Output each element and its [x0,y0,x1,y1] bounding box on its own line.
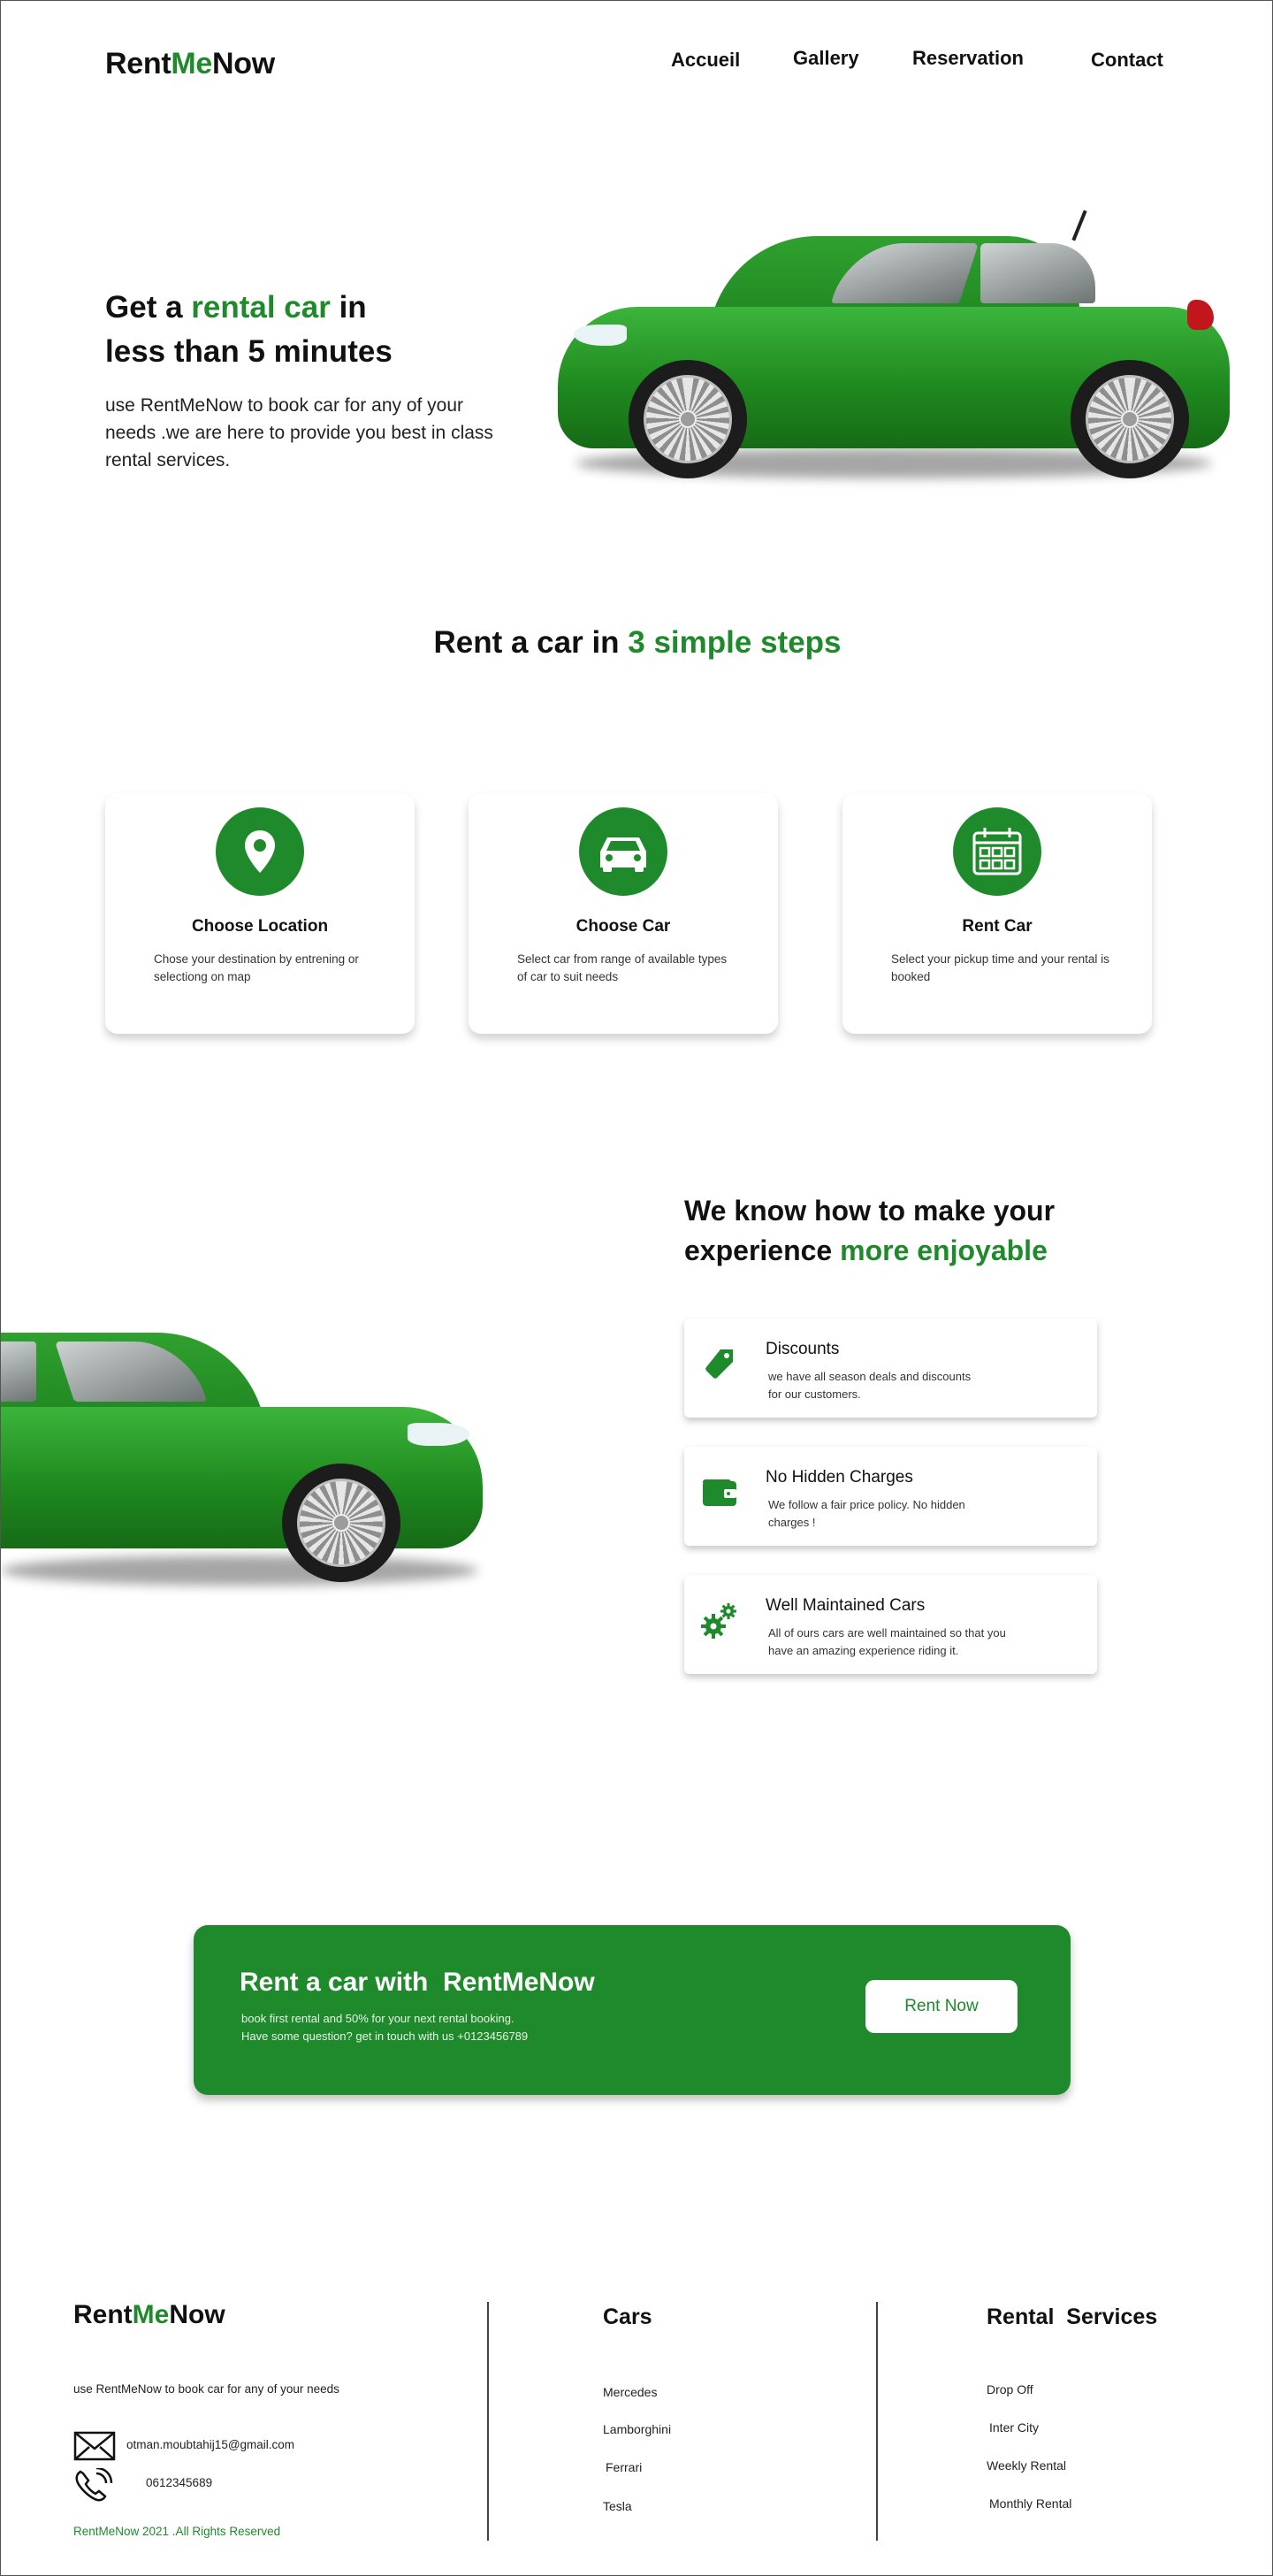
step-card-choose-car[interactable]: Choose Car Select car from range of avai… [469,793,778,1034]
footer-cars-title: Cars [603,2305,652,2329]
hero-title-line2: less than 5 minutes [105,334,393,369]
footer-divider [487,2302,489,2541]
feature-card-discounts: Discounts we have all season deals and d… [684,1319,1097,1418]
footer-tagline: use RentMeNow to book car for any of you… [73,2382,339,2396]
footer-service-link-drop-off[interactable]: Drop Off [987,2382,1033,2396]
footer-service-link-monthly-rental[interactable]: Monthly Rental [989,2496,1071,2511]
footer-service-link-weekly-rental[interactable]: Weekly Rental [987,2458,1066,2473]
steps-title: Rent a car in 3 simple steps [1,625,1273,661]
footer-logo-part-rent: Rent [73,2300,133,2329]
step-card-choose-location[interactable]: Choose Location Chose your destination b… [105,793,415,1034]
mail-icon [73,2431,116,2465]
feature-title: No Hidden Charges [766,1468,913,1487]
car-icon [579,807,667,896]
gears-icon [700,1601,739,1640]
hero-title-part1: Get a [105,290,192,325]
feature-description: We follow a fair price policy. No hidden… [768,1498,965,1529]
logo-part-now: Now [212,47,275,80]
logo[interactable]: RentMeNow [105,47,275,81]
features-title-highlight: more enjoyable [840,1234,1048,1266]
hero-description: use RentMeNow to book car for any of you… [105,395,493,470]
step-card-rent-car[interactable]: Rent Car Select your pickup time and you… [842,793,1152,1034]
cta-line1: book first rental and 50% for your next … [241,2012,515,2025]
feature-card-well-maintained-cars: Well Maintained Cars All of ours cars ar… [684,1575,1097,1674]
features-title-part2: experience [684,1234,841,1266]
features-title-line1: We know how to make your [684,1195,1056,1227]
hero-title: Get a rental car in less than 5 minutes [105,286,547,374]
feature-title: Well Maintained Cars [766,1596,926,1615]
footer-phone[interactable]: 0612345689 [146,2476,212,2489]
wallet-icon [700,1473,739,1512]
steps-title-highlight: 3 simple steps [628,625,842,660]
footer-services-title: Rental Services [987,2305,1158,2329]
steps-title-part1: Rent a car in [433,625,629,660]
footer-logo-part-now: Now [169,2300,225,2329]
footer-car-link-ferrari[interactable]: Ferrari [606,2460,642,2474]
rent-now-button[interactable]: Rent Now [865,1980,1018,2033]
footer-divider [876,2302,878,2541]
nav-link-contact[interactable]: Contact [1091,49,1163,72]
hero-title-highlight: rental car [191,290,331,325]
footer-service-link-inter-city[interactable]: Inter City [989,2420,1039,2435]
cta-title: Rent a car with RentMeNow [240,1968,595,1997]
footer-logo[interactable]: RentMeNow [73,2300,225,2330]
feature-description: we have all season deals and discounts f… [768,1370,972,1401]
feature-description: All of ours cars are well maintained so … [768,1626,1006,1657]
step-description: Select your pickup time and your rental … [891,952,1109,983]
footer-car-link-lamborghini[interactable]: Lamborghini [603,2422,671,2436]
footer-car-link-tesla[interactable]: Tesla [603,2499,632,2513]
step-title: Choose Car [576,917,671,936]
hero-car-image [558,210,1230,493]
features-title: We know how to make your experience more… [684,1191,1179,1271]
feature-title: Discounts [766,1340,840,1358]
cta-line2: Have some question? get in touch with us… [241,2029,529,2043]
feature-card-no-hidden-charges: No Hidden Charges We follow a fair price… [684,1447,1097,1546]
logo-part-rent: Rent [105,47,172,80]
location-pin-icon [216,807,304,896]
feature-car-image [1,1319,496,1610]
footer-logo-part-me: Me [132,2300,170,2329]
step-title: Choose Location [191,917,329,936]
hero-title-part2: in [330,290,367,325]
phone-icon [73,2466,116,2506]
cta-banner: Rent a car with RentMeNow book first ren… [194,1925,1071,2095]
footer-email[interactable]: otman.moubtahij15@gmail.com [126,2438,294,2451]
step-title: Rent Car [962,917,1033,936]
nav-link-gallery[interactable]: Gallery [793,47,859,70]
step-description: Select car from range of available types… [517,952,728,983]
logo-part-me: Me [171,47,212,80]
calendar-icon [953,807,1041,896]
nav-link-accueil[interactable]: Accueil [671,49,740,72]
footer-copyright: RentMeNow 2021 .All Rights Reserved [73,2525,281,2538]
step-description: Chose your destination by entrening or s… [154,952,359,983]
cta-text: book first rental and 50% for your next … [241,2010,528,2045]
tag-icon [700,1345,739,1384]
footer-car-link-mercedes[interactable]: Mercedes [603,2385,657,2399]
nav-link-reservation[interactable]: Reservation [912,47,1024,70]
